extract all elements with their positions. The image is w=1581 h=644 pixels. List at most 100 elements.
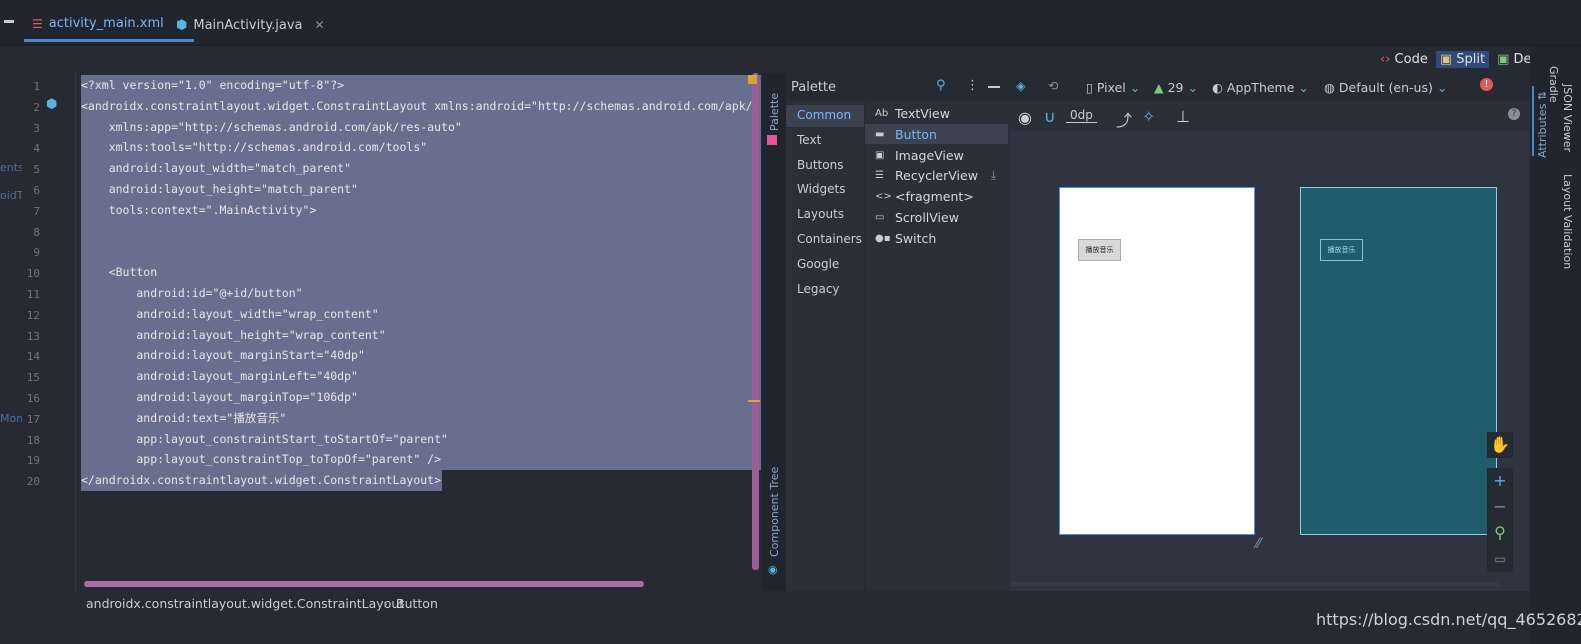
design-icon: ▣ xyxy=(1497,51,1510,67)
minimize-icon[interactable] xyxy=(988,86,1000,88)
eye-icon[interactable]: ◉ xyxy=(1018,108,1032,127)
zoom-out-icon[interactable]: − xyxy=(1487,494,1513,520)
tab-gradle[interactable]: Gradle xyxy=(1547,66,1560,103)
clear-constraints-icon[interactable]: ⤴ xyxy=(1116,107,1132,131)
blueprint-preview-screen[interactable]: 播放音乐 xyxy=(1300,187,1497,535)
code-mode-button[interactable]: ‹› Code xyxy=(1380,52,1428,67)
collapse-icon[interactable] xyxy=(4,20,14,23)
palette-category[interactable]: Buttons xyxy=(797,158,843,172)
palette-category[interactable]: Layouts xyxy=(797,207,844,221)
component-label: Button xyxy=(895,126,937,142)
line-number: 10 xyxy=(26,267,40,281)
palette-category[interactable]: Legacy xyxy=(797,282,840,296)
code-line[interactable]: android:layout_width="match_parent" xyxy=(81,158,761,179)
design-hscroll[interactable] xyxy=(1012,582,1498,586)
code-line[interactable] xyxy=(81,241,761,263)
palette-component[interactable]: ▬ Button xyxy=(875,127,937,142)
code-line[interactable]: <Button xyxy=(81,262,761,283)
palette-component[interactable]: <> <fragment> xyxy=(875,189,974,204)
locale-selector[interactable]: ◍ Default (en-us) ⌄ xyxy=(1324,80,1447,95)
breadcrumb-item[interactable]: Button xyxy=(396,596,438,611)
palette-category[interactable]: Widgets xyxy=(797,182,846,196)
palette-category[interactable]: Containers xyxy=(797,232,862,246)
line-number: 15 xyxy=(26,371,40,385)
code-line[interactable]: app:layout_constraintTop_toTopOf="parent… xyxy=(81,449,761,471)
code-line[interactable]: android:layout_height="match_parent" xyxy=(81,179,761,200)
palette-category[interactable]: Text xyxy=(797,133,821,147)
code-line[interactable]: android:layout_height="wrap_content" xyxy=(81,324,761,346)
palette-components: Ab TextView ▬ Button ▣ ImageView ☰ RecyclerView… xyxy=(865,101,1010,591)
code-line[interactable]: xmlns:tools="http://schemas.android.com/… xyxy=(81,137,761,159)
tree-icon[interactable]: ◉ xyxy=(768,563,778,576)
palette-component[interactable]: ☰ RecyclerView xyxy=(875,168,978,183)
code-line[interactable]: android:id="@+id/button" xyxy=(81,283,761,304)
resize-handle-icon[interactable]: ⁄⁄ xyxy=(1256,536,1276,556)
palette-category[interactable]: Common xyxy=(797,108,851,122)
palette-component[interactable]: ▭ ScrollView xyxy=(875,210,959,225)
error-icon[interactable]: ! xyxy=(1480,78,1493,91)
line-number: 13 xyxy=(26,329,40,343)
code-line[interactable]: android:layout_marginLeft="40dp" xyxy=(81,366,761,387)
guidelines-icon[interactable]: ⊥ xyxy=(1176,107,1190,126)
watermark: https://blog.csdn.net/qq_46526828 xyxy=(1316,610,1581,629)
more-options-icon[interactable]: ⋮ xyxy=(966,78,979,93)
line-number: 2 xyxy=(33,100,40,114)
tab-json-viewer[interactable]: JSON Viewer xyxy=(1561,84,1574,152)
palette-icon[interactable] xyxy=(767,135,777,145)
scroll-icon: ▭ xyxy=(875,212,885,223)
help-icon[interactable]: ? xyxy=(1508,108,1520,120)
screen-size-icon[interactable]: ▭ xyxy=(1487,546,1513,572)
component-icon: Ab xyxy=(875,108,889,119)
palette-component[interactable]: ●▪ Switch xyxy=(875,231,936,246)
code-line[interactable]: android:layout_marginStart="40dp" xyxy=(81,345,761,367)
code-line[interactable]: android:text="播放音乐" xyxy=(81,407,761,429)
palette-side-tabs: Palette ◉ Component Tree xyxy=(762,73,786,591)
palette-component[interactable]: ▣ ImageView xyxy=(875,148,964,163)
close-icon[interactable]: ✕ xyxy=(315,18,325,32)
default-margin-field[interactable]: 0dp xyxy=(1066,108,1097,123)
api-selector[interactable]: ▲ 29 ⌄ xyxy=(1154,80,1198,95)
pan-hand-icon[interactable]: ✋ xyxy=(1487,432,1513,458)
line-number: 7 xyxy=(33,204,40,218)
zoom-in-icon[interactable]: + xyxy=(1487,468,1513,494)
tab-layout-validation[interactable]: Layout Validation xyxy=(1561,174,1574,269)
blueprint-button[interactable]: 播放音乐 xyxy=(1320,239,1363,261)
split-mode-button[interactable]: ▣ Split xyxy=(1435,50,1490,68)
vertical-scrollbar[interactable] xyxy=(752,73,759,570)
code-line[interactable]: tools:context=".MainActivity"> xyxy=(81,199,761,221)
line-number: 5 xyxy=(33,163,40,177)
zoom-fit-icon[interactable]: ⚲ xyxy=(1487,520,1513,546)
java-class-icon: ⬢ xyxy=(176,17,188,33)
line-number: 19 xyxy=(26,454,40,468)
code-line[interactable]: android:layout_width="wrap_content" xyxy=(81,303,761,325)
device-selector[interactable]: ▯ Pixel ⌄ xyxy=(1086,80,1140,95)
code-lines: 1 <?xml version="1.0" encoding="utf-8"?> 2… xyxy=(0,73,761,493)
preview-button[interactable]: 播放音乐 xyxy=(1078,239,1121,261)
infer-constraints-icon[interactable]: ✧ xyxy=(1142,107,1155,126)
code-line[interactable]: <androidx.constraintlayout.widget.Constr… xyxy=(81,95,761,117)
design-preview-screen[interactable]: 播放音乐 xyxy=(1059,187,1255,535)
layers-icon[interactable]: ◈ xyxy=(1016,78,1026,93)
code-line[interactable]: android:layout_marginTop="106dp" xyxy=(81,387,761,408)
line-number: 3 xyxy=(33,121,40,135)
code-line[interactable]: <?xml version="1.0" encoding="utf-8"?> xyxy=(81,75,761,96)
search-icon[interactable]: ⚲ xyxy=(936,78,946,93)
code-line[interactable]: </androidx.constraintlayout.widget.Const… xyxy=(81,470,442,491)
code-line[interactable]: xmlns:app="http://schemas.android.com/ap… xyxy=(81,116,761,138)
tab-palette[interactable]: Palette xyxy=(768,93,781,131)
breadcrumb-item[interactable]: androidx.constraintlayout.widget.Constra… xyxy=(86,596,404,611)
horizontal-scrollbar[interactable] xyxy=(84,581,644,587)
code-line[interactable]: app:layout_constraintStart_toStartOf="pa… xyxy=(81,428,761,450)
code-line[interactable] xyxy=(81,220,761,242)
tab-main-activity[interactable]: ⬢ MainActivity.java ✕ xyxy=(168,8,333,42)
error-stripe-mark[interactable] xyxy=(748,400,760,402)
palette-category[interactable]: Google xyxy=(797,257,839,271)
download-icon[interactable]: ⤓ xyxy=(991,168,996,183)
theme-selector[interactable]: ◐ AppTheme ⌄ xyxy=(1212,80,1309,95)
magnet-icon[interactable]: ∪ xyxy=(1044,107,1056,126)
code-icon: ‹› xyxy=(1380,51,1391,67)
palette-component[interactable]: Ab TextView xyxy=(875,106,950,121)
orientation-icon[interactable]: ⟲ xyxy=(1048,78,1058,93)
warning-marker-icon[interactable] xyxy=(748,75,757,84)
tab-component-tree[interactable]: Component Tree xyxy=(768,467,781,557)
